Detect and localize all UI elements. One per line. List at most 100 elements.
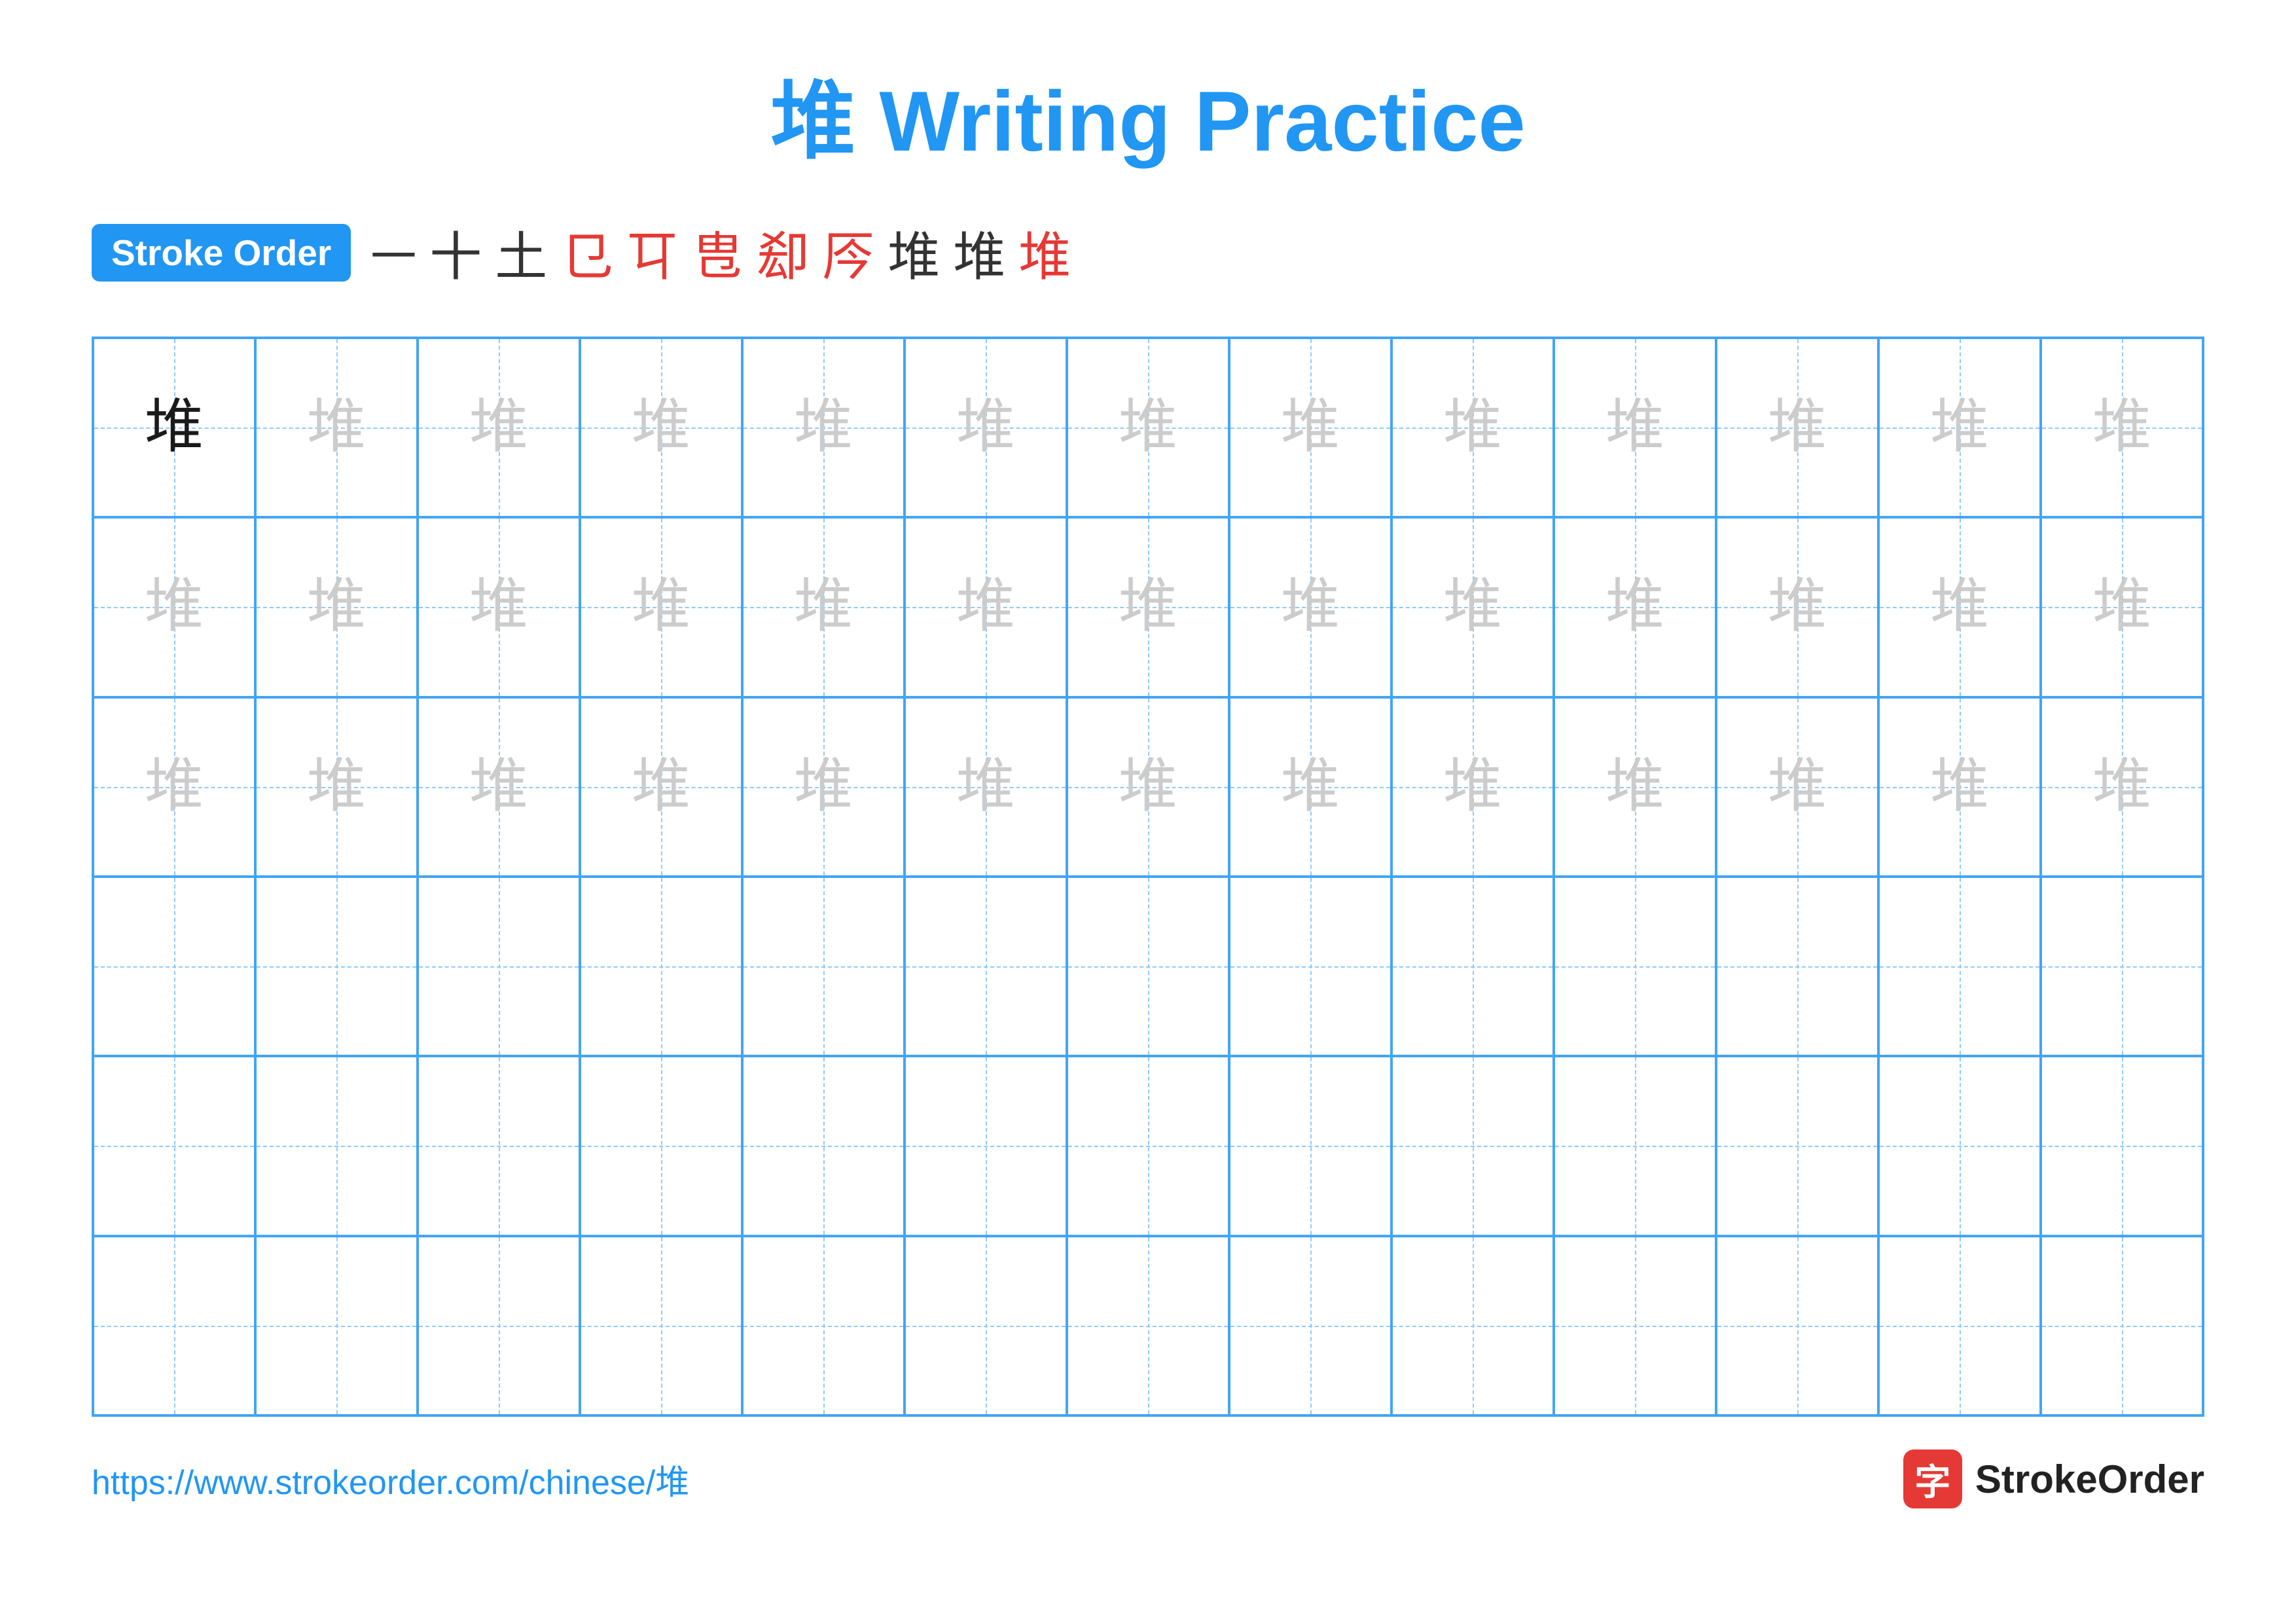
practice-char: 堆 — [2092, 577, 2151, 636]
grid-cell[interactable]: 堆 — [2041, 517, 2203, 697]
grid-cell[interactable] — [1229, 1056, 1391, 1235]
practice-char: 堆 — [145, 757, 204, 816]
grid-cell[interactable]: 堆 — [2041, 338, 2203, 517]
grid-cell[interactable]: 堆 — [580, 338, 742, 517]
practice-char: 堆 — [632, 577, 691, 636]
grid-cell[interactable] — [1716, 1056, 1878, 1235]
grid-cell[interactable] — [2041, 1236, 2203, 1415]
grid-cell[interactable]: 堆 — [418, 697, 580, 877]
grid-cell[interactable] — [1878, 1056, 2041, 1235]
practice-char: 堆 — [1281, 757, 1340, 816]
practice-char: 堆 — [145, 577, 204, 636]
practice-char: 堆 — [469, 577, 528, 636]
grid-cell[interactable] — [1716, 877, 1878, 1056]
grid-cell[interactable]: 堆 — [1878, 338, 2041, 517]
grid-cell[interactable]: 堆 — [742, 338, 905, 517]
practice-char: 堆 — [1768, 757, 1827, 816]
grid-cell[interactable]: 堆 — [2041, 697, 2203, 877]
grid-cell[interactable]: 堆 — [93, 338, 255, 517]
grid-cell[interactable] — [742, 1236, 905, 1415]
grid-cell[interactable]: 堆 — [1878, 697, 2041, 877]
grid-cell[interactable] — [255, 877, 418, 1056]
grid-cell[interactable] — [1067, 1056, 1229, 1235]
grid-cell[interactable] — [93, 1236, 255, 1415]
grid-cell[interactable]: 堆 — [1716, 517, 1878, 697]
grid-cell[interactable] — [580, 1056, 742, 1235]
grid-cell[interactable] — [1554, 1056, 1716, 1235]
practice-char: 堆 — [1443, 577, 1502, 636]
practice-char: 堆 — [2092, 757, 2151, 816]
grid-cell[interactable]: 堆 — [1716, 697, 1878, 877]
grid-cell[interactable]: 堆 — [580, 697, 742, 877]
grid-cell[interactable] — [580, 877, 742, 1056]
grid-cell[interactable]: 堆 — [418, 517, 580, 697]
grid-cell[interactable] — [1878, 1236, 2041, 1415]
grid-cell[interactable] — [2041, 877, 2203, 1056]
grid-cell[interactable]: 堆 — [1229, 517, 1391, 697]
grid-cell[interactable]: 堆 — [1067, 338, 1229, 517]
grid-cell[interactable]: 堆 — [580, 517, 742, 697]
grid-cell[interactable] — [1391, 877, 1554, 1056]
grid-cell[interactable] — [1229, 1236, 1391, 1415]
grid-cell[interactable]: 堆 — [1067, 517, 1229, 697]
grid-cell[interactable] — [93, 877, 255, 1056]
grid-cell[interactable]: 堆 — [1229, 338, 1391, 517]
grid-cell[interactable]: 堆 — [1067, 697, 1229, 877]
grid-cell[interactable]: 堆 — [1554, 697, 1716, 877]
practice-char: 堆 — [1768, 577, 1827, 636]
grid-cell[interactable]: 堆 — [742, 697, 905, 877]
grid-cell[interactable]: 堆 — [418, 338, 580, 517]
practice-char: 堆 — [1768, 398, 1827, 457]
practice-char: 堆 — [956, 577, 1015, 636]
grid-cell[interactable]: 堆 — [255, 517, 418, 697]
grid-cell[interactable]: 堆 — [1716, 338, 1878, 517]
grid-cell[interactable] — [742, 877, 905, 1056]
grid-cell[interactable]: 堆 — [1554, 517, 1716, 697]
grid-cell[interactable]: 堆 — [905, 697, 1067, 877]
practice-char: 堆 — [1605, 577, 1664, 636]
grid-cell[interactable] — [418, 877, 580, 1056]
grid-cell[interactable] — [1554, 877, 1716, 1056]
grid-cell[interactable]: 堆 — [905, 338, 1067, 517]
grid-cell[interactable]: 堆 — [255, 338, 418, 517]
grid-cell[interactable] — [255, 1236, 418, 1415]
grid-cell[interactable] — [1391, 1056, 1554, 1235]
grid-cell[interactable] — [1554, 1236, 1716, 1415]
stroke-2: 十 — [429, 215, 482, 291]
grid-cell[interactable]: 堆 — [255, 697, 418, 877]
grid-cell[interactable]: 堆 — [905, 517, 1067, 697]
grid-cell[interactable] — [1716, 1236, 1878, 1415]
grid-cell[interactable]: 堆 — [1391, 338, 1554, 517]
practice-char: 堆 — [1605, 757, 1664, 816]
practice-char: 堆 — [1281, 398, 1340, 457]
grid-cell[interactable]: 堆 — [1878, 517, 2041, 697]
practice-char: 堆 — [956, 757, 1015, 816]
grid-cell[interactable] — [905, 877, 1067, 1056]
grid-cell[interactable]: 堆 — [742, 517, 905, 697]
grid-cell[interactable] — [1067, 877, 1229, 1056]
grid-cell[interactable]: 堆 — [1554, 338, 1716, 517]
grid-cell[interactable]: 堆 — [1391, 697, 1554, 877]
grid-cell[interactable] — [2041, 1056, 2203, 1235]
grid-cell[interactable]: 堆 — [1229, 697, 1391, 877]
grid-cell[interactable] — [1067, 1236, 1229, 1415]
grid-cell[interactable] — [1391, 1236, 1554, 1415]
grid-cell[interactable] — [1229, 877, 1391, 1056]
practice-char: 堆 — [794, 398, 853, 457]
grid-cell[interactable] — [418, 1236, 580, 1415]
stroke-3: 土 — [495, 215, 547, 291]
grid-cell[interactable] — [1878, 877, 2041, 1056]
grid-cell[interactable]: 堆 — [93, 697, 255, 877]
grid-cell[interactable] — [418, 1056, 580, 1235]
practice-char: 堆 — [1281, 577, 1340, 636]
grid-cell[interactable]: 堆 — [1391, 517, 1554, 697]
grid-cell[interactable] — [255, 1056, 418, 1235]
grid-cell[interactable] — [905, 1236, 1067, 1415]
grid-cell[interactable] — [742, 1056, 905, 1235]
grid-cell[interactable] — [905, 1056, 1067, 1235]
grid-cell[interactable] — [580, 1236, 742, 1415]
grid-cell[interactable] — [93, 1056, 255, 1235]
practice-char: 堆 — [2092, 398, 2151, 457]
grid-cell[interactable]: 堆 — [93, 517, 255, 697]
logo-text: StrokeOrder — [1975, 1457, 2204, 1502]
